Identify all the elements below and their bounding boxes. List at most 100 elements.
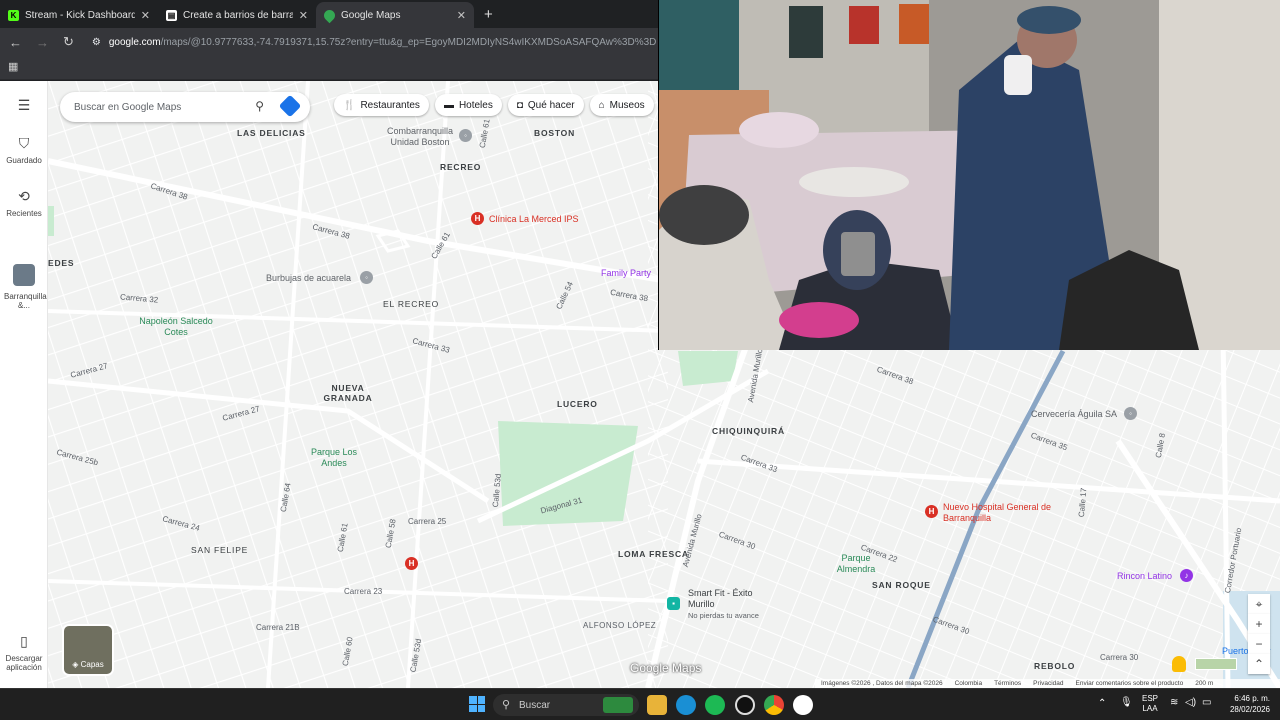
chrome-icon[interactable] <box>764 695 784 715</box>
terms-link[interactable]: Términos <box>994 679 1021 688</box>
app-icon[interactable] <box>793 695 813 715</box>
hamburger-icon: ☰ <box>17 97 31 113</box>
poster <box>899 4 929 44</box>
url-path: /maps/@10.9777633,-74.7919371,15.75z?ent… <box>160 36 657 48</box>
hospital-pin-icon[interactable]: H <box>405 557 418 570</box>
tab-google-maps[interactable]: Google Maps ✕ <box>316 2 474 28</box>
poi-parque-almendra[interactable]: Parque Almendra <box>832 553 880 575</box>
recent-label: Recientes <box>6 209 42 218</box>
search-icon[interactable]: ⚲ <box>255 99 264 113</box>
battery-icon[interactable]: ▭ <box>1202 697 1211 708</box>
feedback-link[interactable]: Enviar comentarios sobre el producto <box>1076 679 1184 688</box>
my-location-button[interactable]: ⌖ <box>1248 594 1270 614</box>
layers-icon: ◈ <box>72 660 81 669</box>
poi-napoleon-salcedo[interactable]: Napoleón Salcedo Cotes <box>136 316 216 338</box>
hospital-pin-icon[interactable]: H <box>471 212 484 225</box>
hospital-pin-icon[interactable]: H <box>925 505 938 518</box>
country-link[interactable]: Colombia <box>955 679 982 688</box>
chip-hoteles[interactable]: ▬ Hoteles <box>434 94 502 116</box>
microphone-icon[interactable]: 🎙 <box>1120 697 1133 708</box>
neighborhood-label: EL RECREO <box>383 299 440 309</box>
close-icon[interactable]: ✕ <box>141 9 150 22</box>
reload-icon[interactable]: ↻ <box>63 34 74 50</box>
neighborhood-label: LUCERO <box>557 399 598 409</box>
poi-smart-fit[interactable]: Smart Fit - Éxito Murillo <box>688 588 758 610</box>
privacy-link[interactable]: Privacidad <box>1033 679 1063 688</box>
neighborhood-label: REBOLO <box>1034 661 1076 671</box>
recent-place-button[interactable]: Barranquilla &... <box>0 264 48 310</box>
poi-burbujas[interactable]: Burbujas de acuarela <box>266 273 351 283</box>
chip-museos[interactable]: ⌂ Museos <box>589 94 654 116</box>
apps-grid-icon[interactable]: ▦ <box>8 61 18 73</box>
dog <box>799 167 909 197</box>
place-pin-icon[interactable]: ◦ <box>360 271 373 284</box>
close-icon[interactable]: ✕ <box>299 9 308 22</box>
layers-button[interactable]: ◈ Capas <box>62 624 114 676</box>
chip-restaurantes[interactable]: 🍴 Restaurantes <box>334 94 429 116</box>
tab-kick-dashboard[interactable]: K Stream - Kick Dashboard ✕ <box>0 2 158 28</box>
neighborhood-label: ALFONSO LÓPEZ <box>583 621 657 630</box>
poi-clinica-la-merced[interactable]: Clínica La Merced IPS <box>489 214 579 224</box>
recent-button[interactable]: ⟲ Recientes <box>0 188 48 218</box>
poi-rincon-latino[interactable]: Rincon Latino <box>1117 571 1172 581</box>
webcam-overlay <box>658 0 1280 350</box>
download-label: Descargar aplicación <box>5 654 43 672</box>
spotify-icon[interactable] <box>705 695 725 715</box>
menu-button[interactable]: ☰ <box>0 97 48 118</box>
chevron-up-icon[interactable]: ⌃ <box>1098 698 1106 709</box>
edge-icon[interactable] <box>676 695 696 715</box>
search-input[interactable]: Buscar en Google Maps <box>74 102 181 113</box>
location-target-icon: ⌖ <box>1255 597 1263 611</box>
imagery-credit: Imágenes ©2026 , Datos del mapa ©2026 <box>821 680 943 687</box>
poi-combarranquilla[interactable]: Combarranquilla Unidad Boston <box>385 126 455 148</box>
poi-cerveceria-aguila[interactable]: Cervecería Águila SA <box>1031 409 1117 419</box>
taskbar-search-label: Buscar <box>519 699 551 711</box>
address-bar[interactable]: ⚙ google.com/maps/@10.9777633,-74.791937… <box>92 37 656 48</box>
tab-create-barrios[interactable]: ▤ Create a barrios de barranquilla ✕ <box>158 2 316 28</box>
new-tab-button[interactable]: + <box>474 6 503 28</box>
back-icon[interactable]: ← <box>9 35 22 50</box>
forward-icon[interactable]: → <box>36 35 49 50</box>
side-rail: ☰ ⛉ Guardado ⟲ Recientes Barranquilla &...… <box>0 81 48 688</box>
nightlife-pin-icon[interactable]: ♪ <box>1180 569 1193 582</box>
clock-time: 6:46 p. m. <box>1234 694 1270 703</box>
maps-icon <box>321 7 338 23</box>
park-area <box>498 421 638 526</box>
tab-title: Stream - Kick Dashboard <box>25 9 135 21</box>
site-info-icon[interactable]: ⚙ <box>92 37 101 48</box>
poi-nuevo-hospital[interactable]: Nuevo Hospital General de Barranquilla <box>943 502 1053 524</box>
saved-button[interactable]: ⛉ Guardado <box>0 135 48 165</box>
street-label: Carrera 25 <box>408 517 447 526</box>
collapse-button[interactable]: ⌃ <box>1248 654 1270 674</box>
taskbar-search[interactable]: ⚲ Buscar <box>493 694 639 716</box>
layers-label: Capas <box>80 660 104 669</box>
close-icon[interactable]: ✕ <box>457 9 466 22</box>
directions-icon[interactable] <box>278 94 302 118</box>
lang-top: ESP <box>1142 694 1159 703</box>
obs-icon[interactable] <box>735 695 755 715</box>
scale-label: 200 m <box>1195 680 1214 687</box>
search-box[interactable]: Buscar en Google Maps ⚲ <box>60 92 310 122</box>
wifi-icon[interactable]: ≋ <box>1170 697 1178 708</box>
file-explorer-icon[interactable] <box>647 695 667 715</box>
poi-family-party[interactable]: Family Party <box>601 268 651 278</box>
chip-que-hacer[interactable]: ◘ Qué hacer <box>507 94 584 116</box>
chip-label: Restaurantes <box>360 99 420 111</box>
neighborhood-label: EDES <box>48 258 75 268</box>
download-app-button[interactable]: ▯ Descargar aplicación <box>0 633 48 672</box>
clock[interactable]: 6:46 p. m. 28/02/2026 <box>1230 693 1270 715</box>
poster <box>849 6 879 44</box>
neighborhood-label: LAS DELICIAS <box>237 128 306 138</box>
zoom-out-button[interactable]: − <box>1248 634 1270 654</box>
poi-parque-los-andes[interactable]: Parque Los Andes <box>304 447 364 469</box>
chip-label: Museos <box>609 99 645 111</box>
gym-pin-icon[interactable]: ▪ <box>667 597 680 610</box>
language-indicator[interactable]: ESP LAA <box>1142 694 1158 714</box>
windows-start-icon[interactable] <box>469 696 485 712</box>
zoom-in-button[interactable]: + <box>1248 614 1270 634</box>
volume-icon[interactable]: ◁) <box>1185 697 1196 708</box>
imagery-thumbnail[interactable] <box>1195 658 1237 670</box>
place-pin-icon[interactable]: ◦ <box>1124 407 1137 420</box>
pegman-icon[interactable] <box>1172 656 1186 672</box>
place-pin-icon[interactable]: ◦ <box>459 129 472 142</box>
